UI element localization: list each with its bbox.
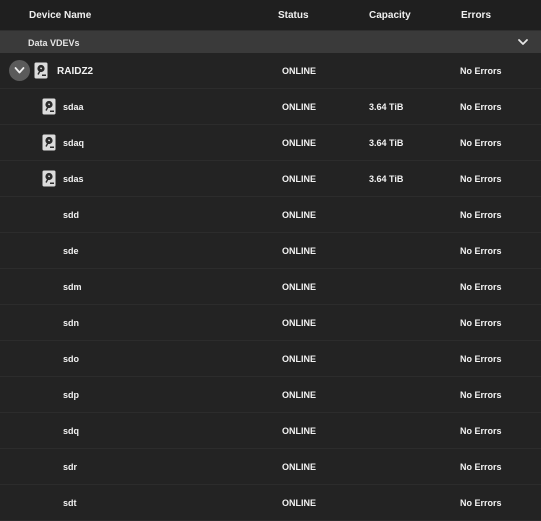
device-status: ONLINE [282,210,317,220]
device-status: ONLINE [282,174,317,184]
device-errors: No Errors [460,390,502,400]
header-device-name[interactable]: Device Name [29,10,91,21]
device-name: sdo [63,354,80,364]
device-status: ONLINE [282,102,317,112]
table-row[interactable]: sdr ONLINE No Errors [0,449,541,485]
hard-disk-icon [42,98,56,115]
device-capacity: 3.64 TiB [369,174,404,184]
device-errors: No Errors [460,354,502,364]
device-capacity: 3.64 TiB [369,138,404,148]
device-errors: No Errors [460,174,502,184]
device-errors: No Errors [460,210,502,220]
table-row[interactable]: sdn ONLINE No Errors [0,305,541,341]
device-capacity: 3.64 TiB [369,102,404,112]
device-name: sdaa [63,102,84,112]
device-errors: No Errors [460,246,502,256]
device-status: ONLINE [282,282,317,292]
device-name: sdm [63,282,82,292]
table-header: Device Name Status Capacity Errors [0,0,541,31]
device-errors: No Errors [460,462,502,472]
device-errors: No Errors [460,282,502,292]
table-row[interactable]: sdaq ONLINE 3.64 TiB No Errors [0,125,541,161]
table-row[interactable]: sdp ONLINE No Errors [0,377,541,413]
table-row[interactable]: sdaa ONLINE 3.64 TiB No Errors [0,89,541,125]
device-status: ONLINE [282,390,317,400]
device-name: sdas [63,174,84,184]
device-name: sdn [63,318,80,328]
device-errors: No Errors [460,66,502,76]
device-errors: No Errors [460,138,502,148]
device-name: sdp [63,390,80,400]
table-row[interactable]: sdd ONLINE No Errors [0,197,541,233]
device-errors: No Errors [460,102,502,112]
header-status[interactable]: Status [278,10,309,21]
chevron-down-icon [14,67,25,74]
vdev-group-row[interactable]: Data VDEVs [0,31,541,53]
header-errors[interactable]: Errors [461,10,491,21]
table-row[interactable]: sdm ONLINE No Errors [0,269,541,305]
device-status: ONLINE [282,462,317,472]
table-row[interactable]: sdas ONLINE 3.64 TiB No Errors [0,161,541,197]
chevron-down-icon[interactable] [517,36,529,48]
table-row[interactable]: sde ONLINE No Errors [0,233,541,269]
device-name: sdd [63,210,80,220]
device-name: sdaq [63,138,85,148]
table-row[interactable]: sdo ONLINE No Errors [0,341,541,377]
device-status: ONLINE [282,354,317,364]
hard-disk-icon [42,134,56,151]
hard-disk-icon [34,62,48,79]
device-status: ONLINE [282,318,317,328]
device-status: ONLINE [282,138,317,148]
device-name: RAIDZ2 [57,66,94,77]
device-errors: No Errors [460,426,502,436]
table-row-raidz2[interactable]: RAIDZ2 ONLINE No Errors [0,53,541,89]
device-name: sde [63,246,79,256]
vdev-group-label: Data VDEVs [28,38,80,48]
device-errors: No Errors [460,318,502,328]
device-status: ONLINE [282,66,317,76]
expand-toggle-button[interactable] [9,60,30,81]
device-status: ONLINE [282,246,317,256]
device-name: sdq [63,426,80,436]
header-capacity[interactable]: Capacity [369,10,411,21]
device-status: ONLINE [282,426,317,436]
table-row[interactable]: sdq ONLINE No Errors [0,413,541,449]
table-row[interactable]: sdt ONLINE No Errors [0,485,541,521]
device-name: sdr [63,462,78,472]
hard-disk-icon [42,170,56,187]
